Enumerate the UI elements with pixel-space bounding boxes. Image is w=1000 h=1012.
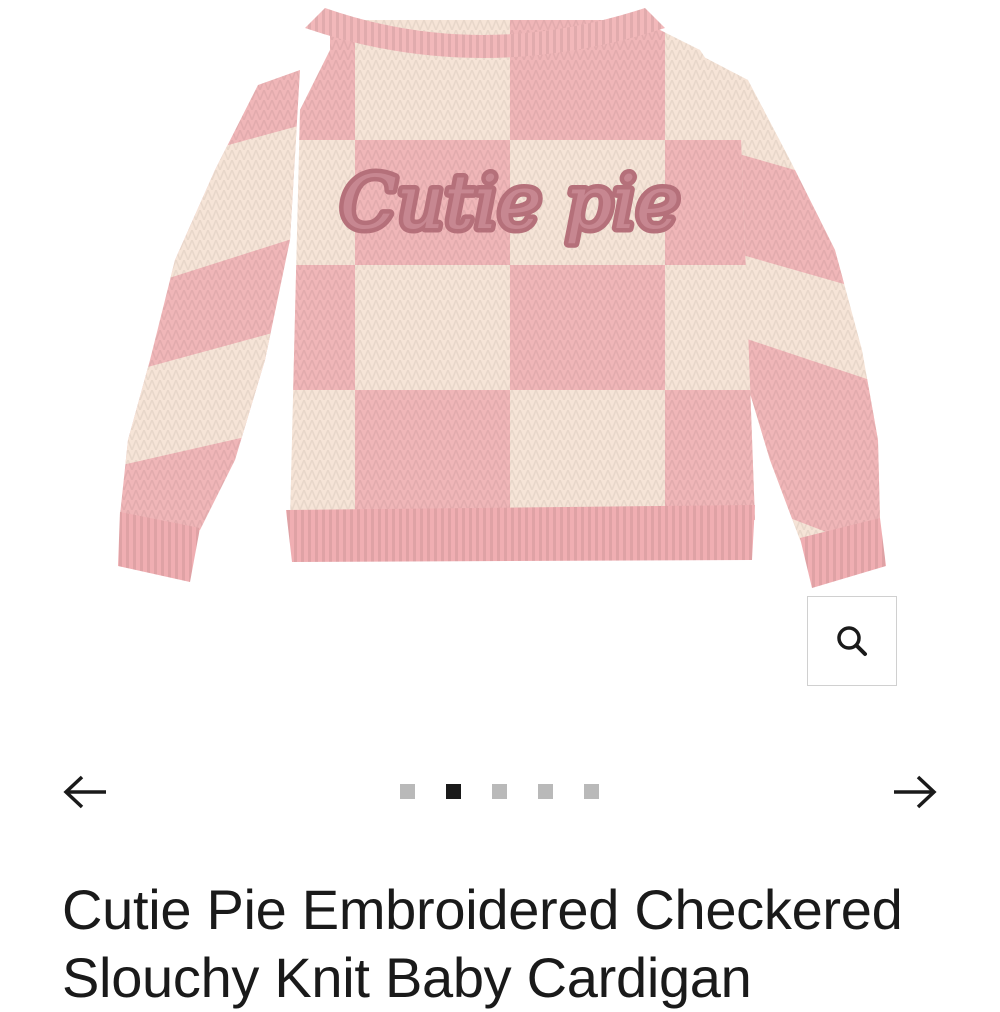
carousel-dot[interactable] [446, 784, 461, 799]
product-title: Cutie Pie Embroidered Checkered Slouchy … [62, 878, 903, 1009]
arrow-left-icon [63, 775, 106, 809]
carousel-indicators [400, 784, 599, 800]
next-image-button[interactable] [892, 772, 938, 812]
previous-image-button[interactable] [62, 772, 108, 812]
sweater-illustration: Cutie pie Cutie pie [118, 8, 886, 588]
carousel-dot[interactable] [584, 784, 599, 799]
left-sleeve [120, 70, 300, 530]
embroidery-text-fill: Cutie pie [340, 160, 680, 246]
sweater-body [290, 20, 755, 520]
zoom-button[interactable] [807, 596, 897, 686]
product-image[interactable]: Cutie pie Cutie pie [0, 0, 1000, 600]
carousel-dot[interactable] [492, 784, 507, 799]
carousel-dot[interactable] [400, 784, 415, 799]
search-icon [837, 626, 867, 656]
arrow-right-icon [894, 775, 937, 809]
carousel-dot[interactable] [538, 784, 553, 799]
